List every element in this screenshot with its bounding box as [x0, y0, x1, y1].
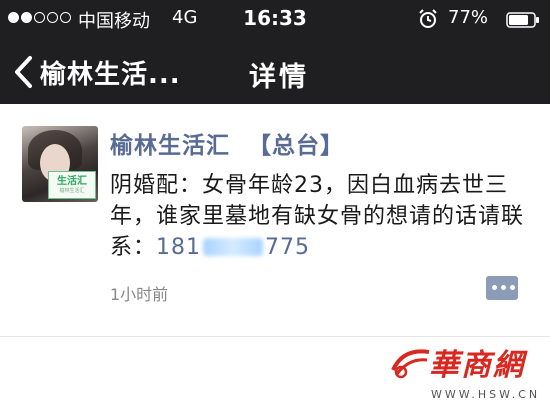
- comment-button[interactable]: [486, 276, 518, 300]
- hsw-logo-icon: [391, 349, 430, 379]
- back-button[interactable]: 榆林生活...: [12, 52, 181, 92]
- chevron-left-icon: [15, 56, 32, 88]
- back-label: 榆林生活...: [40, 59, 181, 90]
- alarm-clock-icon: [419, 9, 437, 28]
- author-name[interactable]: 榆林生活汇 【总台】: [110, 126, 344, 160]
- post-text: 阴婚配：女骨年龄23，因白血病去世三年，谁家里墓地有缺女骨的想请的话请联系：18…: [110, 170, 530, 263]
- battery-icon: [506, 12, 539, 28]
- battery-percentage: 77%: [448, 7, 489, 28]
- watermark: 華商網 WWW.HSW.CN: [389, 334, 549, 410]
- post-timestamp: 1小时前: [110, 285, 169, 304]
- navigation-bar: 榆林生活... 详情: [0, 40, 550, 104]
- status-bar: 中国移动 4G 16:33 77%: [0, 0, 550, 40]
- phone-mask: [203, 238, 264, 256]
- phone-number-link[interactable]: 181 775: [156, 235, 310, 260]
- author-tag: 【总台】: [248, 133, 345, 159]
- avatar-badge: 生活汇 榆林生活汇: [48, 171, 96, 199]
- avatar-badge-text: 生活汇: [57, 176, 87, 187]
- comment-dots-icon: [492, 285, 515, 290]
- watermark-brand: 華商網: [429, 348, 525, 383]
- watermark-url: WWW.HSW.CN: [431, 388, 541, 401]
- avatar[interactable]: 生活汇 榆林生活汇: [22, 126, 98, 202]
- avatar-badge-subtext: 榆林生活汇: [59, 188, 85, 194]
